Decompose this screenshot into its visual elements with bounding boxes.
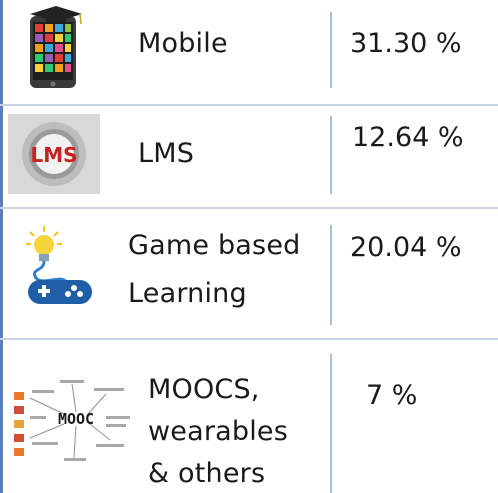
row-separator (0, 104, 498, 106)
row-value: 12.64 % (352, 122, 464, 153)
mooc-logo-text: MOOC (58, 410, 94, 428)
lightbulb-gamepad-icon (26, 226, 92, 304)
mobile-phone-graduation-cap-icon (30, 6, 82, 88)
row-label-line: & others (148, 458, 266, 489)
row-separator (0, 338, 498, 340)
row-value: 7 % (366, 380, 418, 411)
row-label-line: MOOCS, (148, 374, 260, 405)
row-label: Mobile (138, 28, 228, 59)
row-label-line: wearables (148, 416, 289, 447)
row-separator (0, 207, 498, 209)
column-separator (330, 354, 332, 493)
lms-logo-icon: LMS (8, 114, 100, 194)
row-label: LMS (138, 138, 195, 169)
column-separator (330, 116, 332, 194)
moocs-word-cloud-icon: MOOC (10, 378, 134, 464)
table-left-border (0, 0, 3, 493)
row-label-line: Learning (128, 278, 247, 309)
row-value: 31.30 % (350, 28, 462, 59)
row-value: 20.04 % (350, 232, 462, 263)
lms-logo-text: LMS (30, 143, 77, 167)
column-separator (330, 12, 332, 88)
column-separator (330, 225, 332, 325)
row-label-line: Game based (128, 230, 301, 261)
